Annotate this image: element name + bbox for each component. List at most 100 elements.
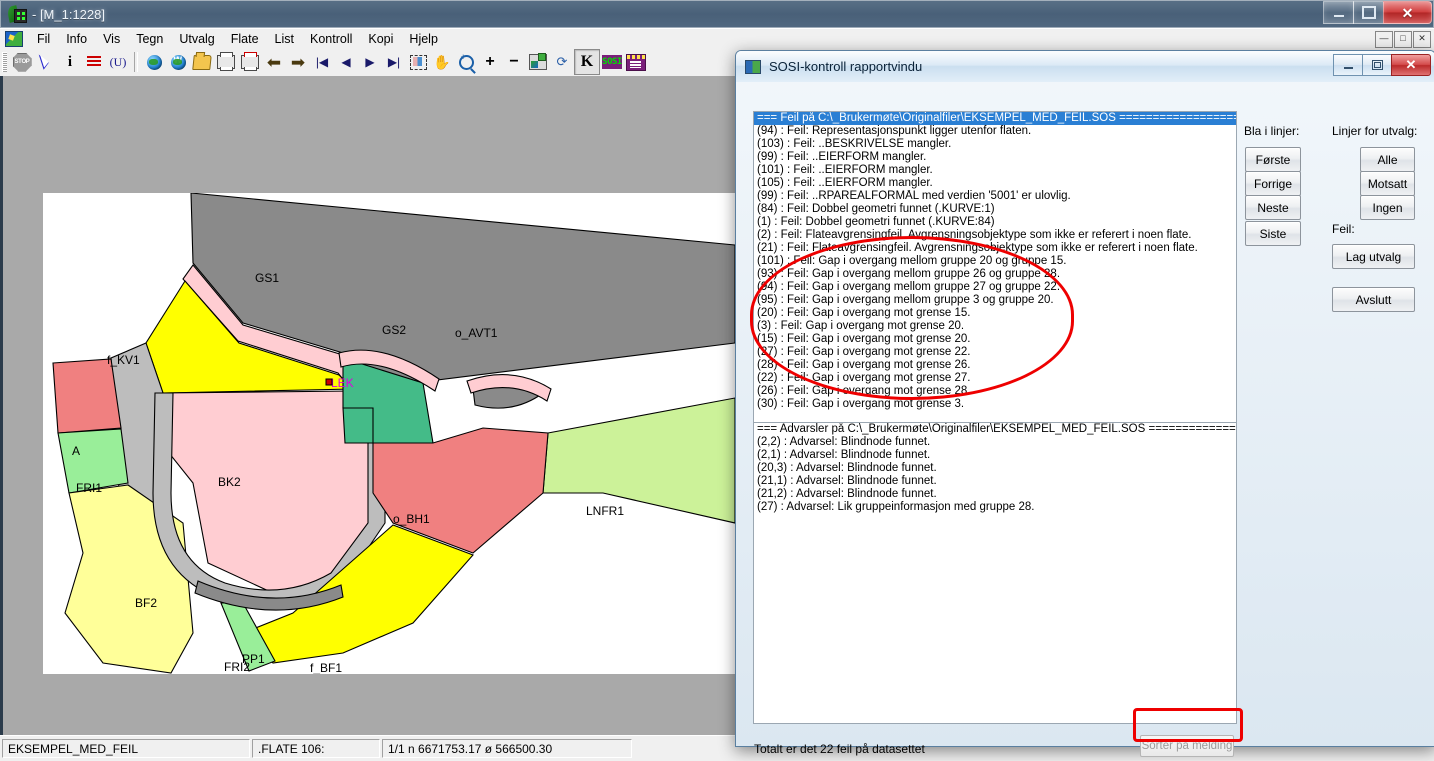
last-button[interactable]: Siste: [1245, 221, 1301, 246]
error-list-row[interactable]: (101) : Feil: Gap i overgang mellom grup…: [754, 255, 1236, 268]
plus-icon[interactable]: +: [478, 50, 502, 74]
main-close-button[interactable]: ✕: [1383, 1, 1432, 24]
refresh-icon[interactable]: ⟳: [550, 50, 574, 74]
warning-list-row[interactable]: (20,3) : Advarsel: Blindnode funnet.: [754, 462, 1236, 475]
select-none-button[interactable]: Ingen: [1360, 195, 1415, 220]
info-icon[interactable]: i: [58, 50, 82, 74]
globe-web-icon[interactable]: [166, 50, 190, 74]
sort-by-message-button: Sortér på melding: [1140, 735, 1234, 757]
mdi-maximize-button[interactable]: □: [1394, 31, 1412, 48]
warning-list-row[interactable]: (21,1) : Advarsel: Blindnode funnet.: [754, 475, 1236, 488]
back-arrow-icon[interactable]: ⬅: [262, 50, 286, 74]
error-list-row[interactable]: (105) : Feil: ..EIERFORM mangler.: [754, 177, 1236, 190]
error-list-row[interactable]: (94) : Feil: Gap i overgang mellom grupp…: [754, 281, 1236, 294]
error-list-row[interactable]: (101) : Feil: ..EIERFORM mangler.: [754, 164, 1236, 177]
map-label: GS1: [255, 271, 279, 285]
menu-list[interactable]: List: [267, 31, 302, 47]
warning-list-row[interactable]: (27) : Advarsel: Lik gruppeinformasjon m…: [754, 501, 1236, 514]
error-list-row[interactable]: (27) : Feil: Gap i overgang mot grense 2…: [754, 346, 1236, 359]
main-window-titlebar: - [M_1:1228] ✕: [0, 0, 1434, 28]
error-list-row[interactable]: (21) : Feil: Flateavgrensingfeil. Avgren…: [754, 242, 1236, 255]
map-label: o_AVT1: [455, 326, 498, 340]
layers-icon[interactable]: [526, 50, 550, 74]
error-list-row[interactable]: (99) : Feil: ..RPAREALFORMÅL med verdien…: [754, 190, 1236, 203]
menu-fil[interactable]: Fil: [29, 31, 58, 47]
warning-list-row[interactable]: (2,2) : Advarsel: Blindnode funnet.: [754, 436, 1236, 449]
table-icon[interactable]: [624, 50, 648, 74]
error-list-row[interactable]: (22) : Feil: Gap i overgang mot grense 2…: [754, 372, 1236, 385]
next-record-icon[interactable]: ▶: [358, 50, 382, 74]
previous-record-icon[interactable]: ◀: [334, 50, 358, 74]
error-list-row[interactable]: (93) : Feil: Gap i overgang mellom grupp…: [754, 268, 1236, 281]
error-list-row[interactable]: (15) : Feil: Gap i overgang mot grense 2…: [754, 333, 1236, 346]
error-list-row[interactable]: (84) : Feil: Dobbel geometri funnet (.KU…: [754, 203, 1236, 216]
menu-utvalg[interactable]: Utvalg: [171, 31, 222, 47]
toolbar-grip[interactable]: [2, 52, 7, 72]
select-inverse-button[interactable]: Motsatt: [1360, 171, 1415, 196]
menu-kontroll[interactable]: Kontroll: [302, 31, 360, 47]
warning-list[interactable]: === Advarsler på C:\_Brukermøte\Original…: [753, 422, 1237, 724]
stop-icon[interactable]: STOP: [10, 50, 34, 74]
print-icon[interactable]: [214, 50, 238, 74]
menu-kopi[interactable]: Kopi: [360, 31, 401, 47]
first-button[interactable]: Første: [1245, 147, 1301, 172]
make-selection-button[interactable]: Lag utvalg: [1332, 244, 1415, 269]
pan-hand-icon[interactable]: ✋: [430, 50, 454, 74]
sosi-window-icon: [745, 59, 761, 74]
error-list-row[interactable]: (20) : Feil: Gap i overgang mot grense 1…: [754, 307, 1236, 320]
main-maximize-button[interactable]: [1353, 1, 1384, 24]
sosi-close-button[interactable]: ✕: [1391, 54, 1431, 76]
map-leaf-icon: [6, 4, 27, 23]
kontroll-k-icon[interactable]: K: [574, 49, 600, 75]
menu-hjelp[interactable]: Hjelp: [401, 31, 446, 47]
error-list-row[interactable]: (3) : Feil: Gap i overgang mot grense 20…: [754, 320, 1236, 333]
sosi-minimize-button[interactable]: [1333, 54, 1363, 76]
toolbar-separator-1: [134, 52, 138, 72]
zoom-in-glass-icon[interactable]: [454, 50, 478, 74]
print-setup-icon[interactable]: [238, 50, 262, 74]
menu-info[interactable]: Info: [58, 31, 95, 47]
last-record-icon[interactable]: ▶|: [382, 50, 406, 74]
mdi-close-button[interactable]: ✕: [1413, 31, 1431, 48]
menu-flate[interactable]: Flate: [223, 31, 267, 47]
error-list-row[interactable]: (95) : Feil: Gap i overgang mellom grupp…: [754, 294, 1236, 307]
list-lines-icon[interactable]: [82, 50, 106, 74]
previous-button[interactable]: Forrige: [1245, 171, 1301, 196]
menu-tegn[interactable]: Tegn: [128, 31, 171, 47]
first-record-icon[interactable]: |◀: [310, 50, 334, 74]
sosi-restore-button[interactable]: [1362, 54, 1392, 76]
status-dataset-name: EKSEMPEL_MED_FEIL: [2, 739, 250, 758]
open-folder-icon[interactable]: [190, 50, 214, 74]
error-list-row[interactable]: (1) : Feil: Dobbel geometri funnet (.KUR…: [754, 216, 1236, 229]
warning-list-row[interactable]: === Advarsler på C:\_Brukermøte\Original…: [754, 423, 1236, 436]
main-minimize-button[interactable]: [1323, 1, 1354, 24]
globe-icon[interactable]: [142, 50, 166, 74]
select-arrow-icon[interactable]: [34, 50, 58, 74]
error-list-row[interactable]: (94) : Feil: Representasjonspunkt ligger…: [754, 125, 1236, 138]
warning-list-row[interactable]: (2,1) : Advarsel: Blindnode funnet.: [754, 449, 1236, 462]
next-button[interactable]: Neste: [1245, 195, 1301, 220]
error-list-row[interactable]: (99) : Feil: ..EIERFORM mangler.: [754, 151, 1236, 164]
error-list-row[interactable]: (30) : Feil: Gap i overgang mot grense 3…: [754, 398, 1236, 411]
zoom-extent-icon[interactable]: [406, 50, 430, 74]
error-list-row[interactable]: (103) : Feil: ..BESKRIVELSE mangler.: [754, 138, 1236, 151]
error-list-row[interactable]: (2) : Feil: Flateavgrensingfeil. Avgrens…: [754, 229, 1236, 242]
menu-vis[interactable]: Vis: [95, 31, 128, 47]
forward-arrow-icon[interactable]: ➡: [286, 50, 310, 74]
warning-list-row[interactable]: (21,2) : Advarsel: Blindnode funnet.: [754, 488, 1236, 501]
map-label: BF2: [135, 596, 157, 610]
error-list-row[interactable]: === Feil på C:\_Brukermøte\Originalfiler…: [754, 112, 1236, 125]
error-list[interactable]: === Feil på C:\_Brukermøte\Originalfiler…: [753, 111, 1237, 426]
minus-icon[interactable]: −: [502, 50, 526, 74]
mdi-document-icon: [5, 31, 23, 47]
sosi-icon[interactable]: SOSI: [600, 50, 624, 74]
undo-u-icon[interactable]: (U): [106, 50, 130, 74]
error-list-row[interactable]: (28) : Feil: Gap i overgang mot grense 2…: [754, 359, 1236, 372]
error-list-row[interactable]: (26) : Feil: Gap i overgang mot grense 2…: [754, 385, 1236, 398]
quit-button[interactable]: Avslutt: [1332, 287, 1415, 312]
map-canvas[interactable]: GS1 GS2 o_AVT1 f_KV1 A LEK FRI1 BK2 o_BH…: [43, 193, 735, 674]
mdi-minimize-button[interactable]: —: [1375, 31, 1393, 48]
representation-point-marker: [325, 378, 333, 386]
error-group-label: Feil:: [1332, 222, 1355, 236]
select-all-button[interactable]: Alle: [1360, 147, 1415, 172]
